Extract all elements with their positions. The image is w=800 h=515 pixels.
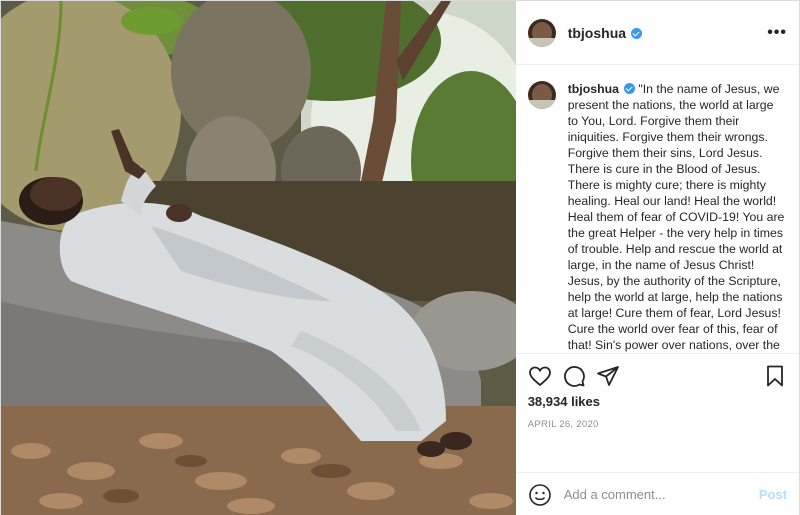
post-date[interactable]: APRIL 26, 2020 (528, 419, 787, 430)
instagram-post: tbjoshua ••• tbjoshua "In the name of Je… (0, 0, 800, 515)
post-actions: 38,934 likes APRIL 26, 2020 (515, 353, 799, 472)
post-comment-button[interactable]: Post (759, 487, 787, 502)
post-header: tbjoshua ••• (515, 1, 799, 65)
verified-badge-icon (631, 27, 643, 39)
more-options-button[interactable]: ••• (767, 24, 787, 41)
action-icons (528, 360, 787, 392)
username-text[interactable]: tbjoshua (568, 25, 626, 41)
post-sidebar: tbjoshua ••• tbjoshua "In the name of Je… (515, 1, 799, 515)
photo-image (1, 1, 516, 515)
caption: tbjoshua "In the name of Jesus, we prese… (568, 81, 787, 353)
post-photo[interactable] (1, 1, 516, 515)
avatar[interactable] (527, 18, 556, 47)
verified-badge-icon (623, 83, 635, 94)
comment-input[interactable] (563, 487, 759, 502)
send-icon[interactable] (596, 364, 620, 388)
heart-icon[interactable] (528, 364, 552, 388)
username-link[interactable]: tbjoshua (568, 25, 643, 41)
bookmark-icon[interactable] (763, 364, 787, 388)
likes-count[interactable]: 38,934 likes (528, 394, 787, 409)
caption-text: "In the name of Jesus, we present the na… (567, 82, 785, 352)
comment-icon[interactable] (562, 364, 586, 388)
caption-area: tbjoshua "In the name of Jesus, we prese… (516, 65, 799, 353)
comment-bar: Post (515, 472, 799, 515)
smiley-icon[interactable] (528, 483, 552, 507)
caption-username[interactable]: tbjoshua (568, 82, 619, 96)
caption-avatar[interactable] (527, 81, 556, 109)
